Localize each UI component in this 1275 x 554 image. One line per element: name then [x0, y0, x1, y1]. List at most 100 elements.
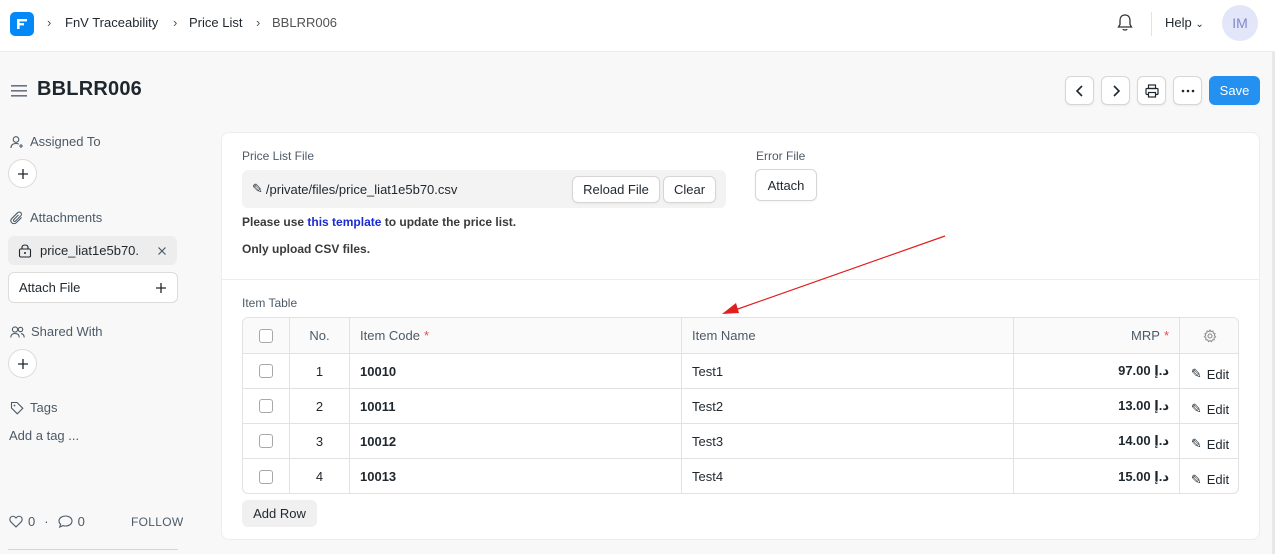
edit-row-button[interactable]: ✎ Edit — [1191, 472, 1229, 488]
lock-file-icon — [18, 243, 32, 258]
file-path-link[interactable]: ✎ /private/files/price_liat1e5b70.csv — [252, 181, 457, 197]
heart-icon[interactable] — [9, 515, 23, 528]
edit-row-button[interactable]: ✎ Edit — [1191, 401, 1229, 417]
avatar[interactable]: IM — [1222, 5, 1258, 41]
dot-separator: · — [44, 514, 49, 529]
item-table: No. Item Code * Item Name MRP * 1 10010 Te… — [242, 317, 1239, 494]
file-path-text: /private/files/price_liat1e5b70.csv — [265, 181, 458, 197]
reload-file-button[interactable]: Reload File — [572, 176, 660, 203]
previous-doc-button[interactable] — [1065, 76, 1094, 105]
row-item-code[interactable]: 10013 — [350, 459, 682, 493]
paperclip-icon — [10, 210, 22, 224]
shared-with-label: Shared With — [31, 324, 103, 339]
edit-label: Edit — [1206, 472, 1230, 487]
row-item-code[interactable]: 10011 — [350, 389, 682, 423]
row-mrp[interactable]: 97.00 د.إ — [1014, 354, 1180, 388]
edit-label: Edit — [1206, 366, 1230, 382]
printer-icon — [1144, 83, 1159, 98]
social-stats: 0 · 0 — [9, 514, 85, 529]
edit-label: Edit — [1206, 401, 1230, 417]
row-select-cell — [243, 459, 290, 493]
row-no: 2 — [290, 389, 350, 423]
paperclip-icon: ✎ — [252, 181, 263, 196]
attach-button[interactable]: Attach — [755, 169, 817, 201]
row-checkbox[interactable] — [259, 434, 273, 448]
required-mark: * — [1163, 328, 1169, 343]
help-dropdown[interactable]: Help ⌄ — [1165, 15, 1204, 30]
row-checkbox[interactable] — [259, 399, 273, 413]
breadcrumb-doctype[interactable]: Price List — [189, 15, 242, 30]
column-settings-cell — [1180, 318, 1238, 353]
add-share-button[interactable] — [8, 349, 37, 378]
next-doc-button[interactable] — [1101, 76, 1130, 105]
template-help-text: Please use this template to update the p… — [242, 215, 516, 229]
chevron-right-icon: › — [47, 15, 52, 30]
edit-row-button[interactable]: ✎ Edit — [1191, 436, 1229, 452]
select-all-cell — [243, 318, 290, 353]
attachments-section: Attachments — [10, 210, 102, 225]
edit-row-button[interactable]: ✎ Edit — [1191, 366, 1229, 382]
row-mrp[interactable]: 13.00 د.إ — [1014, 389, 1180, 423]
header-mrp: MRP * — [1014, 318, 1180, 353]
frappe-logo-icon — [17, 19, 27, 29]
row-checkbox[interactable] — [259, 364, 273, 378]
attach-file-button[interactable]: Attach File — [8, 272, 178, 303]
row-mrp[interactable]: 14.00 د.إ — [1014, 424, 1180, 458]
table-row[interactable]: 3 10012 Test3 14.00 د.إ ✎ Edit — [243, 424, 1238, 459]
row-mrp[interactable]: 15.00 د.إ — [1014, 459, 1180, 493]
select-all-checkbox[interactable] — [259, 328, 273, 343]
tag-icon — [10, 401, 24, 415]
row-edit-cell: ✎ Edit — [1180, 459, 1238, 493]
breadcrumb-document[interactable]: BBLRR006 — [272, 15, 337, 30]
table-row[interactable]: 2 10011 Test2 13.00 د.إ ✎ Edit — [243, 389, 1238, 424]
tags-section: Tags — [10, 400, 57, 415]
bell-icon[interactable] — [1116, 13, 1134, 33]
csv-note: Only upload CSV files. — [242, 242, 371, 256]
add-assignee-button[interactable] — [8, 159, 37, 188]
pencil-icon: ✎ — [1190, 401, 1202, 416]
row-item-name[interactable]: Test4 — [682, 459, 1014, 493]
breadcrumb-module[interactable]: FnV Traceability — [65, 15, 158, 30]
row-item-name[interactable]: Test1 — [682, 354, 1014, 388]
more-actions-button[interactable] — [1173, 76, 1202, 105]
row-no: 1 — [290, 354, 350, 388]
page-title: BBLRR006 — [37, 78, 142, 100]
add-row-button[interactable]: Add Row — [242, 500, 317, 527]
likes-count: 0 — [28, 514, 36, 529]
save-button[interactable]: Save — [1209, 76, 1260, 105]
row-edit-cell: ✎ Edit — [1180, 389, 1238, 423]
row-edit-cell: ✎ Edit — [1180, 354, 1238, 388]
assigned-to-label: Assigned To — [30, 134, 101, 149]
row-edit-cell: ✎ Edit — [1180, 424, 1238, 458]
attachment-chip[interactable]: price_liat1e5b70. — [8, 236, 177, 265]
print-button[interactable] — [1137, 76, 1166, 105]
attachments-label: Attachments — [30, 210, 103, 225]
plus-icon — [156, 282, 166, 293]
gear-icon[interactable] — [1203, 328, 1217, 343]
clear-button[interactable]: Clear — [663, 176, 716, 203]
chevron-right-icon: › — [173, 15, 178, 30]
follow-button[interactable]: FOLLOW — [131, 515, 183, 529]
template-link[interactable]: this template — [307, 215, 381, 229]
edit-label: Edit — [1206, 436, 1230, 452]
row-item-code[interactable]: 10010 — [350, 354, 682, 388]
row-no: 4 — [290, 459, 350, 493]
table-header-row: No. Item Code * Item Name MRP * — [243, 318, 1238, 354]
row-checkbox[interactable] — [259, 469, 273, 484]
header-item-name: Item Name — [682, 318, 1014, 353]
table-row[interactable]: 1 10010 Test1 97.00 د.إ ✎ Edit — [243, 354, 1238, 389]
table-row[interactable]: 4 10013 Test4 15.00 د.إ ✎ Edit — [243, 459, 1238, 493]
attachment-name[interactable]: price_liat1e5b70. — [40, 243, 149, 258]
row-item-code[interactable]: 10012 — [350, 424, 682, 458]
shared-with-section: Shared With — [10, 324, 103, 339]
app-logo[interactable] — [10, 12, 34, 36]
row-item-name[interactable]: Test3 — [682, 424, 1014, 458]
chevron-right-icon — [1112, 84, 1120, 97]
hamburger-icon[interactable] — [11, 84, 27, 98]
pencil-icon: ✎ — [1190, 471, 1202, 487]
row-item-name[interactable]: Test2 — [682, 389, 1014, 423]
comment-icon[interactable] — [58, 515, 73, 528]
add-tag-input[interactable]: Add a tag ... — [9, 428, 79, 443]
close-icon[interactable] — [157, 246, 167, 256]
row-select-cell — [243, 424, 290, 458]
